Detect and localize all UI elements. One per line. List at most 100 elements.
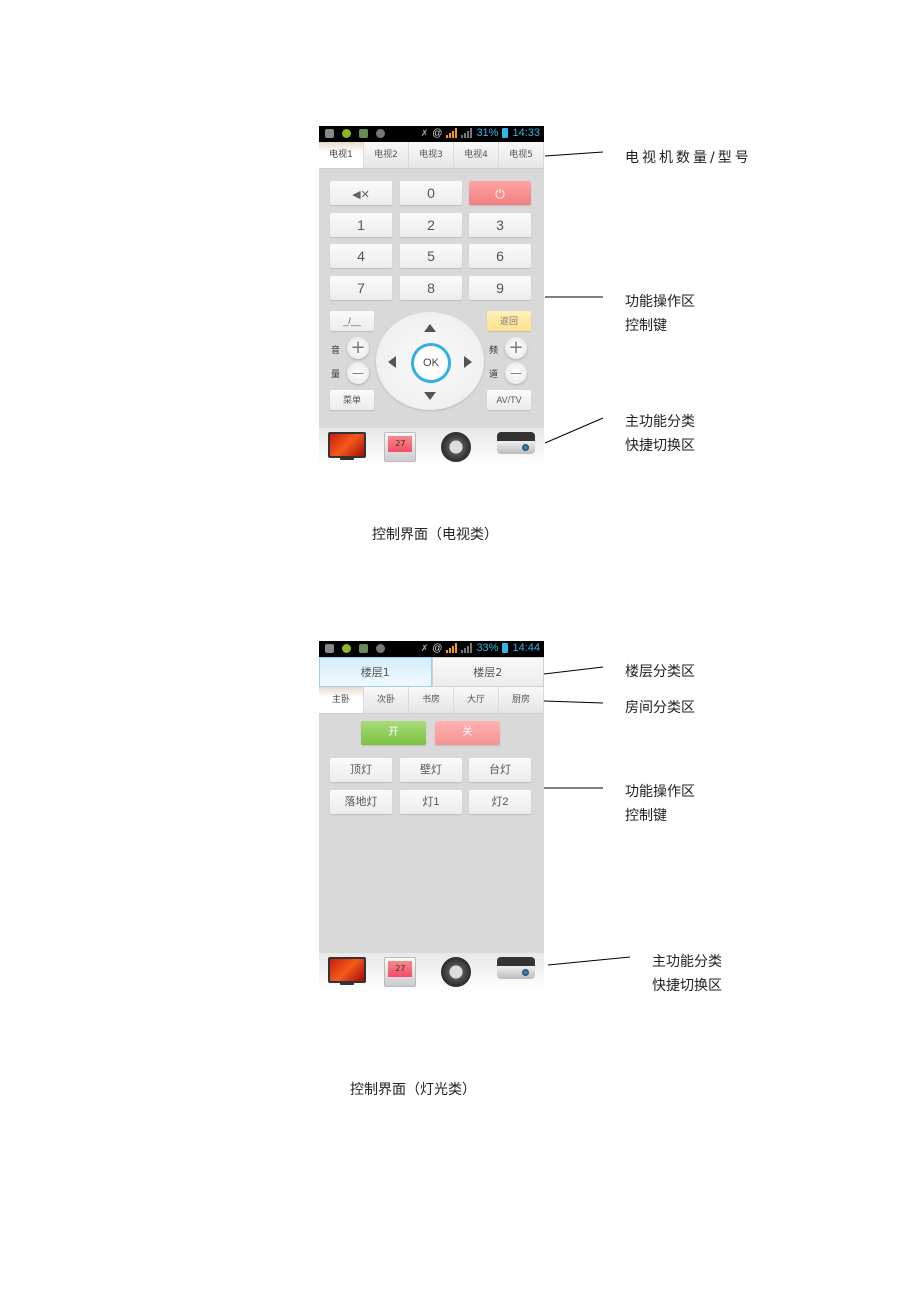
menu-button[interactable]: 菜单 (330, 390, 374, 410)
light-1[interactable]: 灯1 (400, 790, 462, 814)
tab-room-master[interactable]: 主卧 (319, 687, 364, 713)
off-button[interactable]: 关 (435, 721, 500, 745)
back-button[interactable]: 返回 (487, 311, 531, 331)
down-arrow-icon[interactable] (424, 392, 436, 400)
channel-down-button[interactable]: — (505, 362, 527, 384)
key-6[interactable]: 6 (469, 244, 531, 268)
sync-icon: @ (432, 127, 443, 139)
tab-room-study[interactable]: 书房 (409, 687, 454, 713)
av-tv-button[interactable]: AV/TV (487, 390, 531, 410)
light-2[interactable]: 灯2 (469, 790, 531, 814)
caption-lights: 控制界面（灯光类） (350, 1082, 476, 1098)
leader-line-dock (544, 417, 604, 444)
clock: 14:33 (512, 127, 540, 139)
dpad: OK (376, 312, 484, 410)
key-1[interactable]: 1 (330, 213, 392, 237)
tv-control-screen: ✗ @ 31% 14:33 电视1 电视2 电视3 电视4 电视5 ◀✕ 0 ⏻… (319, 126, 544, 466)
light-desk[interactable]: 台灯 (469, 758, 531, 782)
light-wall[interactable]: 壁灯 (400, 758, 462, 782)
dock-fan[interactable] (440, 957, 479, 987)
tv-tabs: 电视1 电视2 电视3 电视4 电视5 (319, 142, 544, 169)
thermostat-reading: 27 (388, 436, 413, 452)
android-icon (376, 644, 385, 653)
volume-down-button[interactable]: — (347, 362, 369, 384)
annotation-controls-line2: 控制键 (625, 318, 667, 334)
annotation-dock-line2: 快捷切换区 (625, 438, 695, 454)
leader-line-tabs (544, 151, 604, 157)
key-4[interactable]: 4 (330, 244, 392, 268)
annotation-controls: 功能操作区 控制键 (625, 290, 695, 338)
key-7[interactable]: 7 (330, 276, 392, 300)
key-0[interactable]: 0 (400, 181, 462, 205)
tab-tv-4[interactable]: 电视4 (454, 142, 499, 168)
caption-tv: 控制界面（电视类） (372, 527, 498, 543)
annotation-dock-line2: 快捷切换区 (652, 978, 722, 994)
channel-up-button[interactable]: + (505, 337, 527, 359)
key-5[interactable]: 5 (400, 244, 462, 268)
thermostat-reading: 27 (388, 961, 413, 977)
tab-room-hall[interactable]: 大厅 (454, 687, 499, 713)
on-button[interactable]: 开 (361, 721, 426, 745)
app-icon (342, 644, 351, 653)
volume-label-top: 音 (331, 346, 341, 356)
signal-icon (446, 128, 458, 138)
key-8[interactable]: 8 (400, 276, 462, 300)
annotation-controls-2: 功能操作区 控制键 (625, 780, 695, 828)
projector-icon (496, 957, 535, 979)
tab-tv-5[interactable]: 电视5 (499, 142, 544, 168)
dock-tv[interactable] (328, 432, 367, 462)
notification-icon (325, 644, 334, 653)
dock-projector[interactable] (496, 957, 535, 987)
tv-stand (340, 982, 355, 985)
power-button[interactable]: ⏻ (469, 181, 531, 205)
right-arrow-icon[interactable] (464, 356, 472, 368)
dash-button[interactable]: _/__ (330, 311, 374, 331)
notification-icon (325, 129, 334, 138)
tab-tv-3[interactable]: 电视3 (409, 142, 454, 168)
key-2[interactable]: 2 (400, 213, 462, 237)
projector-lens (521, 444, 529, 451)
left-arrow-icon[interactable] (388, 356, 396, 368)
tab-tv-1[interactable]: 电视1 (319, 142, 364, 168)
annotation-controls-line1: 功能操作区 (625, 784, 695, 800)
dock-projector[interactable] (496, 432, 535, 462)
room-tabs: 主卧 次卧 书房 大厅 厨房 (319, 687, 544, 714)
tab-floor-1[interactable]: 楼层1 (319, 657, 432, 687)
mute-status-icon: ✗ (420, 127, 429, 138)
light-floor[interactable]: 落地灯 (330, 790, 392, 814)
tab-floor-2[interactable]: 楼层2 (431, 657, 544, 687)
annotation-dock-line1: 主功能分类 (625, 414, 695, 430)
signal-2-icon (461, 643, 473, 653)
floor-tabs: 楼层1 楼层2 (319, 657, 544, 687)
storage-icon (359, 129, 368, 138)
projector-icon (496, 432, 535, 454)
tab-room-kitchen[interactable]: 厨房 (499, 687, 544, 713)
dock-thermostat[interactable]: 27 (384, 957, 422, 987)
annotation-dock-2: 主功能分类 快捷切换区 (652, 950, 722, 998)
sync-icon: @ (432, 642, 443, 654)
dock-thermostat[interactable]: 27 (384, 432, 422, 462)
status-bar: ✗ @ 33% 14:44 (319, 641, 544, 657)
app-icon (342, 129, 351, 138)
dock-tv[interactable] (328, 957, 367, 987)
light-ceiling[interactable]: 顶灯 (330, 758, 392, 782)
tv-stand (340, 457, 355, 460)
mute-button[interactable]: ◀✕ (330, 181, 392, 205)
tab-room-second[interactable]: 次卧 (364, 687, 409, 713)
dock-fan[interactable] (440, 432, 479, 462)
leader-line-dock-2 (547, 956, 631, 966)
category-dock: 27 (319, 953, 544, 991)
battery-percent: 33% (476, 642, 499, 654)
clock: 14:44 (512, 642, 540, 654)
volume-label-bottom: 量 (331, 370, 341, 380)
ok-button[interactable]: OK (411, 343, 451, 383)
up-arrow-icon[interactable] (424, 324, 436, 332)
key-3[interactable]: 3 (469, 213, 531, 237)
tab-tv-2[interactable]: 电视2 (364, 142, 409, 168)
mute-status-icon: ✗ (420, 642, 429, 653)
signal-icon (446, 643, 458, 653)
annotation-controls-line1: 功能操作区 (625, 294, 695, 310)
key-9[interactable]: 9 (469, 276, 531, 300)
volume-up-button[interactable]: + (347, 337, 369, 359)
channel-label-bottom: 道 (489, 370, 499, 380)
